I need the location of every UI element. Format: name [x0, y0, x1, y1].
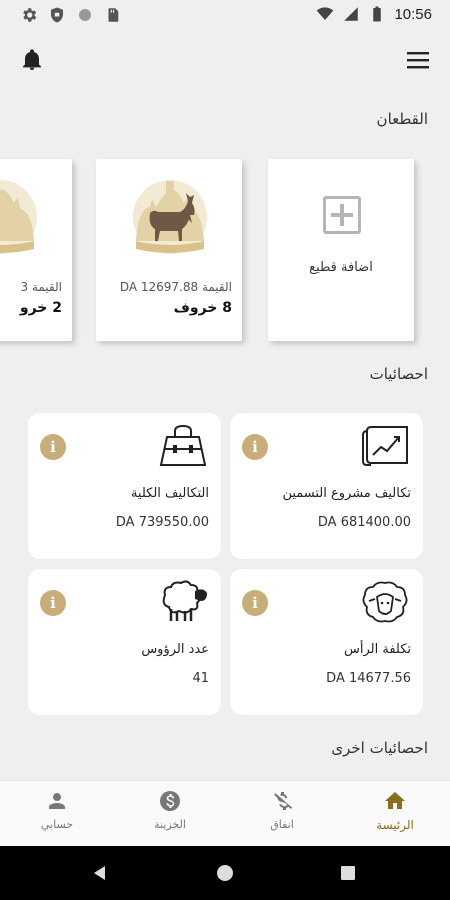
info-icon[interactable]: i — [40, 434, 66, 460]
goat-image — [0, 180, 37, 254]
nav-label: حسابي — [40, 818, 74, 831]
info-icon[interactable]: i — [242, 434, 268, 460]
stat-label: تكلفة الرأس — [343, 642, 411, 657]
sdcard-icon — [108, 8, 119, 22]
recents-icon[interactable] — [341, 866, 355, 880]
shield-icon — [51, 7, 63, 23]
herd-count: 2 خرو — [19, 300, 62, 316]
signal-icon — [344, 7, 359, 21]
other-stats-title: احصائيات اخرى — [331, 739, 428, 757]
herds-title: القطعان — [376, 110, 428, 128]
stats-title: احصائيات — [369, 365, 428, 383]
nav-label: الرئيسة — [376, 818, 414, 832]
stat-card-cost-per-head[interactable]: i تكلفة الرأس DA 14677.56 — [230, 569, 423, 715]
nav-item-expenses[interactable]: انفاق — [242, 789, 322, 831]
status-bar: 10:56 — [0, 0, 450, 30]
info-icon[interactable]: i — [40, 590, 66, 616]
back-icon[interactable] — [94, 866, 105, 880]
home-circle-icon[interactable] — [217, 865, 233, 881]
herd-card[interactable]: القيمة DA 12697.88 8 خروف — [96, 159, 242, 341]
stat-label: عدد الرؤوس — [141, 642, 209, 657]
herds-carousel[interactable]: اضافة قطيع القيمة DA 12697.88 8 خروف الق… — [0, 155, 450, 350]
no-money-icon — [274, 792, 293, 810]
herd-value: القيمة 3 — [20, 280, 62, 294]
add-herd-label: اضافة قطيع — [309, 260, 373, 275]
sheep-icon — [162, 580, 207, 621]
nav-item-home[interactable]: الرئيسة — [355, 789, 435, 832]
dollar-coin-icon — [160, 791, 180, 811]
stat-label: تكاليف مشروع التسمين — [282, 486, 411, 501]
nav-item-treasury[interactable]: الخزينة — [130, 789, 210, 831]
add-herd-card[interactable]: اضافة قطيع — [268, 159, 414, 341]
herd-value: القيمة DA 12697.88 — [119, 280, 232, 294]
herd-card[interactable]: القيمة 3 2 خرو — [0, 159, 72, 341]
sheep-head-icon — [362, 581, 408, 623]
home-icon — [385, 792, 405, 809]
person-icon — [49, 793, 65, 809]
app-bar — [0, 30, 450, 90]
stat-value: DA 14677.56 — [326, 671, 411, 686]
herd-count: 8 خروف — [173, 300, 232, 316]
gear-icon — [23, 8, 37, 22]
info-icon[interactable]: i — [242, 590, 268, 616]
chart-scroll-icon — [362, 426, 408, 466]
stat-card-project-costs[interactable]: i تكاليف مشروع التسمين DA 681400.00 — [230, 413, 423, 559]
wifi-icon — [317, 7, 334, 20]
nav-item-account[interactable]: حسابي — [17, 789, 97, 831]
stat-value: DA 681400.00 — [317, 515, 411, 530]
status-time: 10:56 — [394, 5, 432, 23]
nav-label: الخزينة — [154, 818, 186, 831]
stat-value: DA 739550.00 — [115, 515, 209, 530]
bell-icon[interactable] — [20, 48, 44, 72]
nav-label: انفاق — [270, 818, 294, 831]
menu-icon[interactable] — [406, 50, 430, 70]
stat-card-head-count[interactable]: i عدد الرؤوس 41 — [28, 569, 221, 715]
plus-icon — [323, 196, 361, 234]
system-nav-bar — [0, 846, 450, 900]
goat-image — [133, 180, 207, 254]
stat-label: التكاليف الكلية — [130, 486, 209, 501]
stat-value: 41 — [192, 671, 209, 686]
circle-icon — [79, 9, 91, 21]
bottom-nav: الرئيسة انفاق الخزينة حسابي — [0, 780, 450, 846]
battery-icon — [373, 6, 382, 22]
handbag-icon — [159, 424, 207, 466]
stat-card-total-costs[interactable]: i التكاليف الكلية DA 739550.00 — [28, 413, 221, 559]
